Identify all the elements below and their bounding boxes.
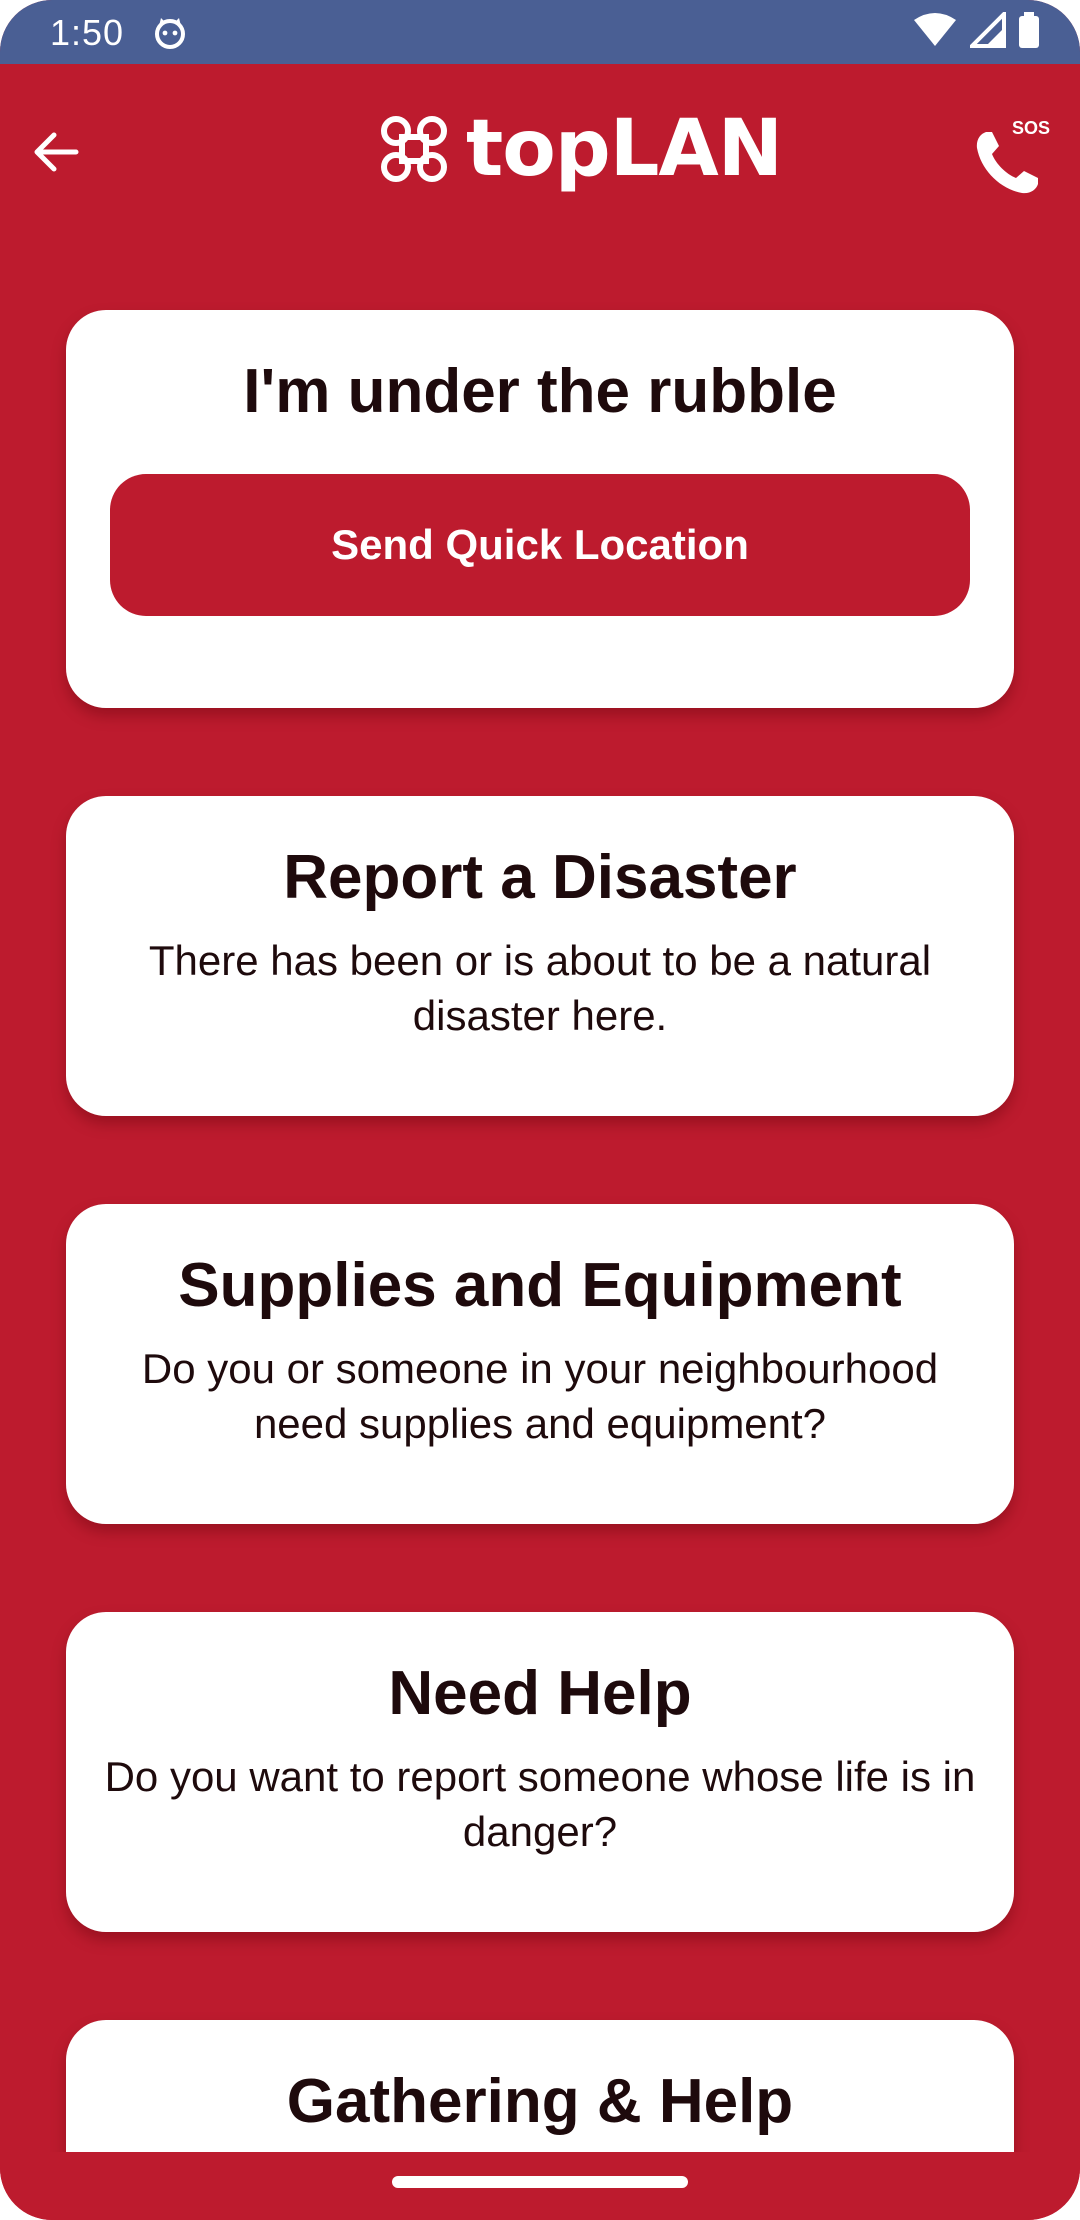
status-bar: 1:50 (0, 0, 1080, 64)
back-button[interactable] (20, 116, 92, 188)
app-screen: 1:50 topLAN SOS I'm under the rubble Sen… (0, 0, 1080, 2220)
card-description: Do you want to report someone whose life… (104, 1753, 976, 1855)
app-logo: topLAN (376, 104, 783, 194)
card-report-disaster[interactable]: Report a Disaster There has been or is a… (66, 796, 1014, 1116)
status-icons (912, 12, 1040, 48)
card-title: Supplies and Equipment (178, 1251, 902, 1320)
wifi-icon (914, 13, 956, 46)
logo-icon (381, 116, 447, 182)
status-time: 1:50 (50, 12, 125, 53)
card-description: There has been or is about to be a natur… (148, 937, 932, 1039)
home-indicator[interactable] (392, 2176, 688, 2188)
card-title: Report a Disaster (283, 843, 797, 912)
card-title: I'm under the rubble (243, 357, 837, 426)
send-quick-location-button[interactable]: Send Quick Location (110, 474, 970, 617)
card-description: Do you or someone in your neighbourhood … (141, 1345, 939, 1447)
gesture-nav-bar (0, 2152, 1080, 2220)
card-need-help[interactable]: Need Help Do you want to report someone … (66, 1612, 1014, 1932)
phone-icon (976, 132, 1038, 194)
card-supplies-equipment[interactable]: Supplies and Equipment Do you or someone… (66, 1204, 1014, 1524)
arrow-left-icon (34, 132, 79, 172)
card-under-rubble: I'm under the rubble Send Quick Location (66, 310, 1014, 708)
battery-icon (1019, 12, 1039, 48)
app-bar: topLAN SOS (0, 64, 1080, 244)
card-title: Need Help (388, 1659, 692, 1728)
signal-icon (970, 12, 1006, 48)
card-title: Gathering & Help (286, 2067, 794, 2136)
logo-text: topLAN (466, 104, 783, 194)
sos-call-button[interactable]: SOS (972, 118, 1052, 198)
face-icon (155, 18, 185, 49)
